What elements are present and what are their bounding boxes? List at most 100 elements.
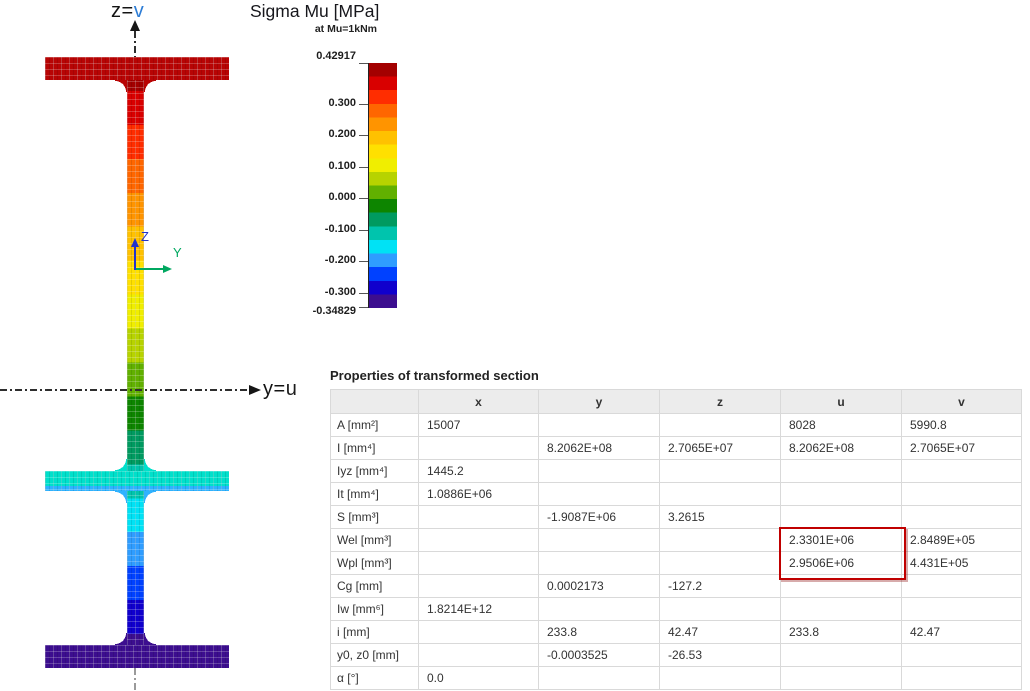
web-fillet (144, 491, 156, 503)
cell: 42.47 (901, 620, 1022, 644)
horizontal-axis-arrow-icon (249, 385, 261, 395)
table-row: Iw [mm⁶] 1.8214E+12 (330, 597, 1022, 621)
cell: 0.0 (418, 666, 539, 690)
table-row: i [mm] 233.8 42.47 233.8 42.47 (330, 620, 1022, 644)
vertical-centerline-tail (134, 668, 136, 691)
legend-tick-label: 0.200 (328, 128, 356, 140)
cell: 5990.8 (901, 413, 1022, 437)
row-label: α [°] (330, 666, 419, 690)
cell: -0.0003525 (538, 643, 660, 667)
legend-tick (359, 198, 368, 199)
cell (538, 597, 660, 621)
legend-tick (359, 167, 368, 168)
table-row: y0, z0 [mm] -0.0003525 -26.53 (330, 643, 1022, 667)
row-label: A [mm²] (330, 413, 419, 437)
local-y-axis-label: Y (173, 245, 182, 260)
cell: 233.8 (538, 620, 660, 644)
row-label: S [mm³] (330, 505, 419, 529)
web-fillet (115, 491, 127, 503)
cell-highlighted: 2.9506E+06 (780, 551, 902, 575)
cell (538, 459, 660, 483)
cell (901, 459, 1022, 483)
cell (780, 597, 902, 621)
legend-min-label: -0.34829 (312, 305, 356, 317)
row-label: Wel [mm³] (330, 528, 419, 552)
cell: 3.2615 (659, 505, 781, 529)
legend-tick-label: 0.300 (328, 97, 356, 109)
cell: -1.9087E+06 (538, 505, 660, 529)
table-title: Properties of transformed section (330, 368, 539, 383)
web-fillet (144, 80, 156, 92)
legend-tick (359, 104, 368, 105)
legend-tick-label: -0.200 (324, 254, 356, 266)
cell (659, 413, 781, 437)
cell (780, 505, 902, 529)
local-z-axis-label: Z (141, 229, 149, 244)
legend-title: Sigma Mu [MPa] (250, 1, 380, 21)
horizontal-centroid-line (0, 389, 249, 391)
cell (780, 643, 902, 667)
cell (418, 505, 539, 529)
web-fillet (115, 459, 127, 471)
table-header-row: x y z u v (330, 389, 1022, 414)
cell (418, 551, 539, 575)
section-top-flange (45, 57, 229, 80)
cell: 1.0886E+06 (418, 482, 539, 506)
legend-tick (359, 293, 368, 294)
horizontal-axis-label: y=u (263, 378, 297, 401)
cell (659, 459, 781, 483)
cell (901, 505, 1022, 529)
section-middle-flange (45, 471, 229, 491)
vertical-axis-letter: v (133, 0, 145, 22)
legend-tick (359, 307, 368, 308)
cell: 2.8489E+05 (901, 528, 1022, 552)
cell (780, 574, 902, 598)
cell-highlighted: 2.3301E+06 (780, 528, 902, 552)
table-row: I [mm⁴] 8.2062E+08 2.7065E+07 8.2062E+08… (330, 436, 1022, 460)
cell (418, 620, 539, 644)
row-label: i [mm] (330, 620, 419, 644)
horizontal-axis-letter: u (285, 378, 298, 400)
column-header-x: x (418, 389, 539, 414)
web-fillet (115, 633, 127, 645)
cell: 1.8214E+12 (418, 597, 539, 621)
row-label: Iyz [mm⁴] (330, 459, 419, 483)
row-label: I [mm⁴] (330, 436, 419, 460)
local-y-axis-arrow-icon (163, 265, 172, 273)
cell (659, 482, 781, 506)
properties-table: x y z u v A [mm²] 15007 8028 5990.8 I [m… (330, 389, 1022, 690)
cell (418, 643, 539, 667)
table-row: α [°] 0.0 (330, 666, 1022, 690)
table-row: Wpl [mm³] 2.9506E+06 4.431E+05 (330, 551, 1022, 575)
cell (538, 482, 660, 506)
legend-tick-label: -0.100 (324, 223, 356, 235)
cell (901, 574, 1022, 598)
cell (901, 643, 1022, 667)
web-fillet (144, 633, 156, 645)
cell (659, 528, 781, 552)
table-row: S [mm³] -1.9087E+06 3.2615 (330, 505, 1022, 529)
cell: 2.7065E+07 (659, 436, 781, 460)
table-row: Cg [mm] 0.0002173 -127.2 (330, 574, 1022, 598)
local-z-axis-line (134, 247, 136, 270)
cell (538, 666, 660, 690)
web-fillet (144, 459, 156, 471)
row-label: y0, z0 [mm] (330, 643, 419, 667)
cell (901, 482, 1022, 506)
cell: 0.0002173 (538, 574, 660, 598)
cell: 15007 (418, 413, 539, 437)
column-header-z: z (659, 389, 781, 414)
cell (418, 574, 539, 598)
cell (780, 459, 902, 483)
cell: 2.7065E+07 (901, 436, 1022, 460)
cell: -127.2 (659, 574, 781, 598)
cell (538, 551, 660, 575)
legend-tick-label: -0.300 (324, 286, 356, 298)
table-row: A [mm²] 15007 8028 5990.8 (330, 413, 1022, 437)
cell (538, 528, 660, 552)
cell: 1445.2 (418, 459, 539, 483)
table-row: Wel [mm³] 2.3301E+06 2.8489E+05 (330, 528, 1022, 552)
column-header-v: v (901, 389, 1022, 414)
legend-tick (359, 135, 368, 136)
local-z-axis-arrow-icon (131, 238, 139, 247)
